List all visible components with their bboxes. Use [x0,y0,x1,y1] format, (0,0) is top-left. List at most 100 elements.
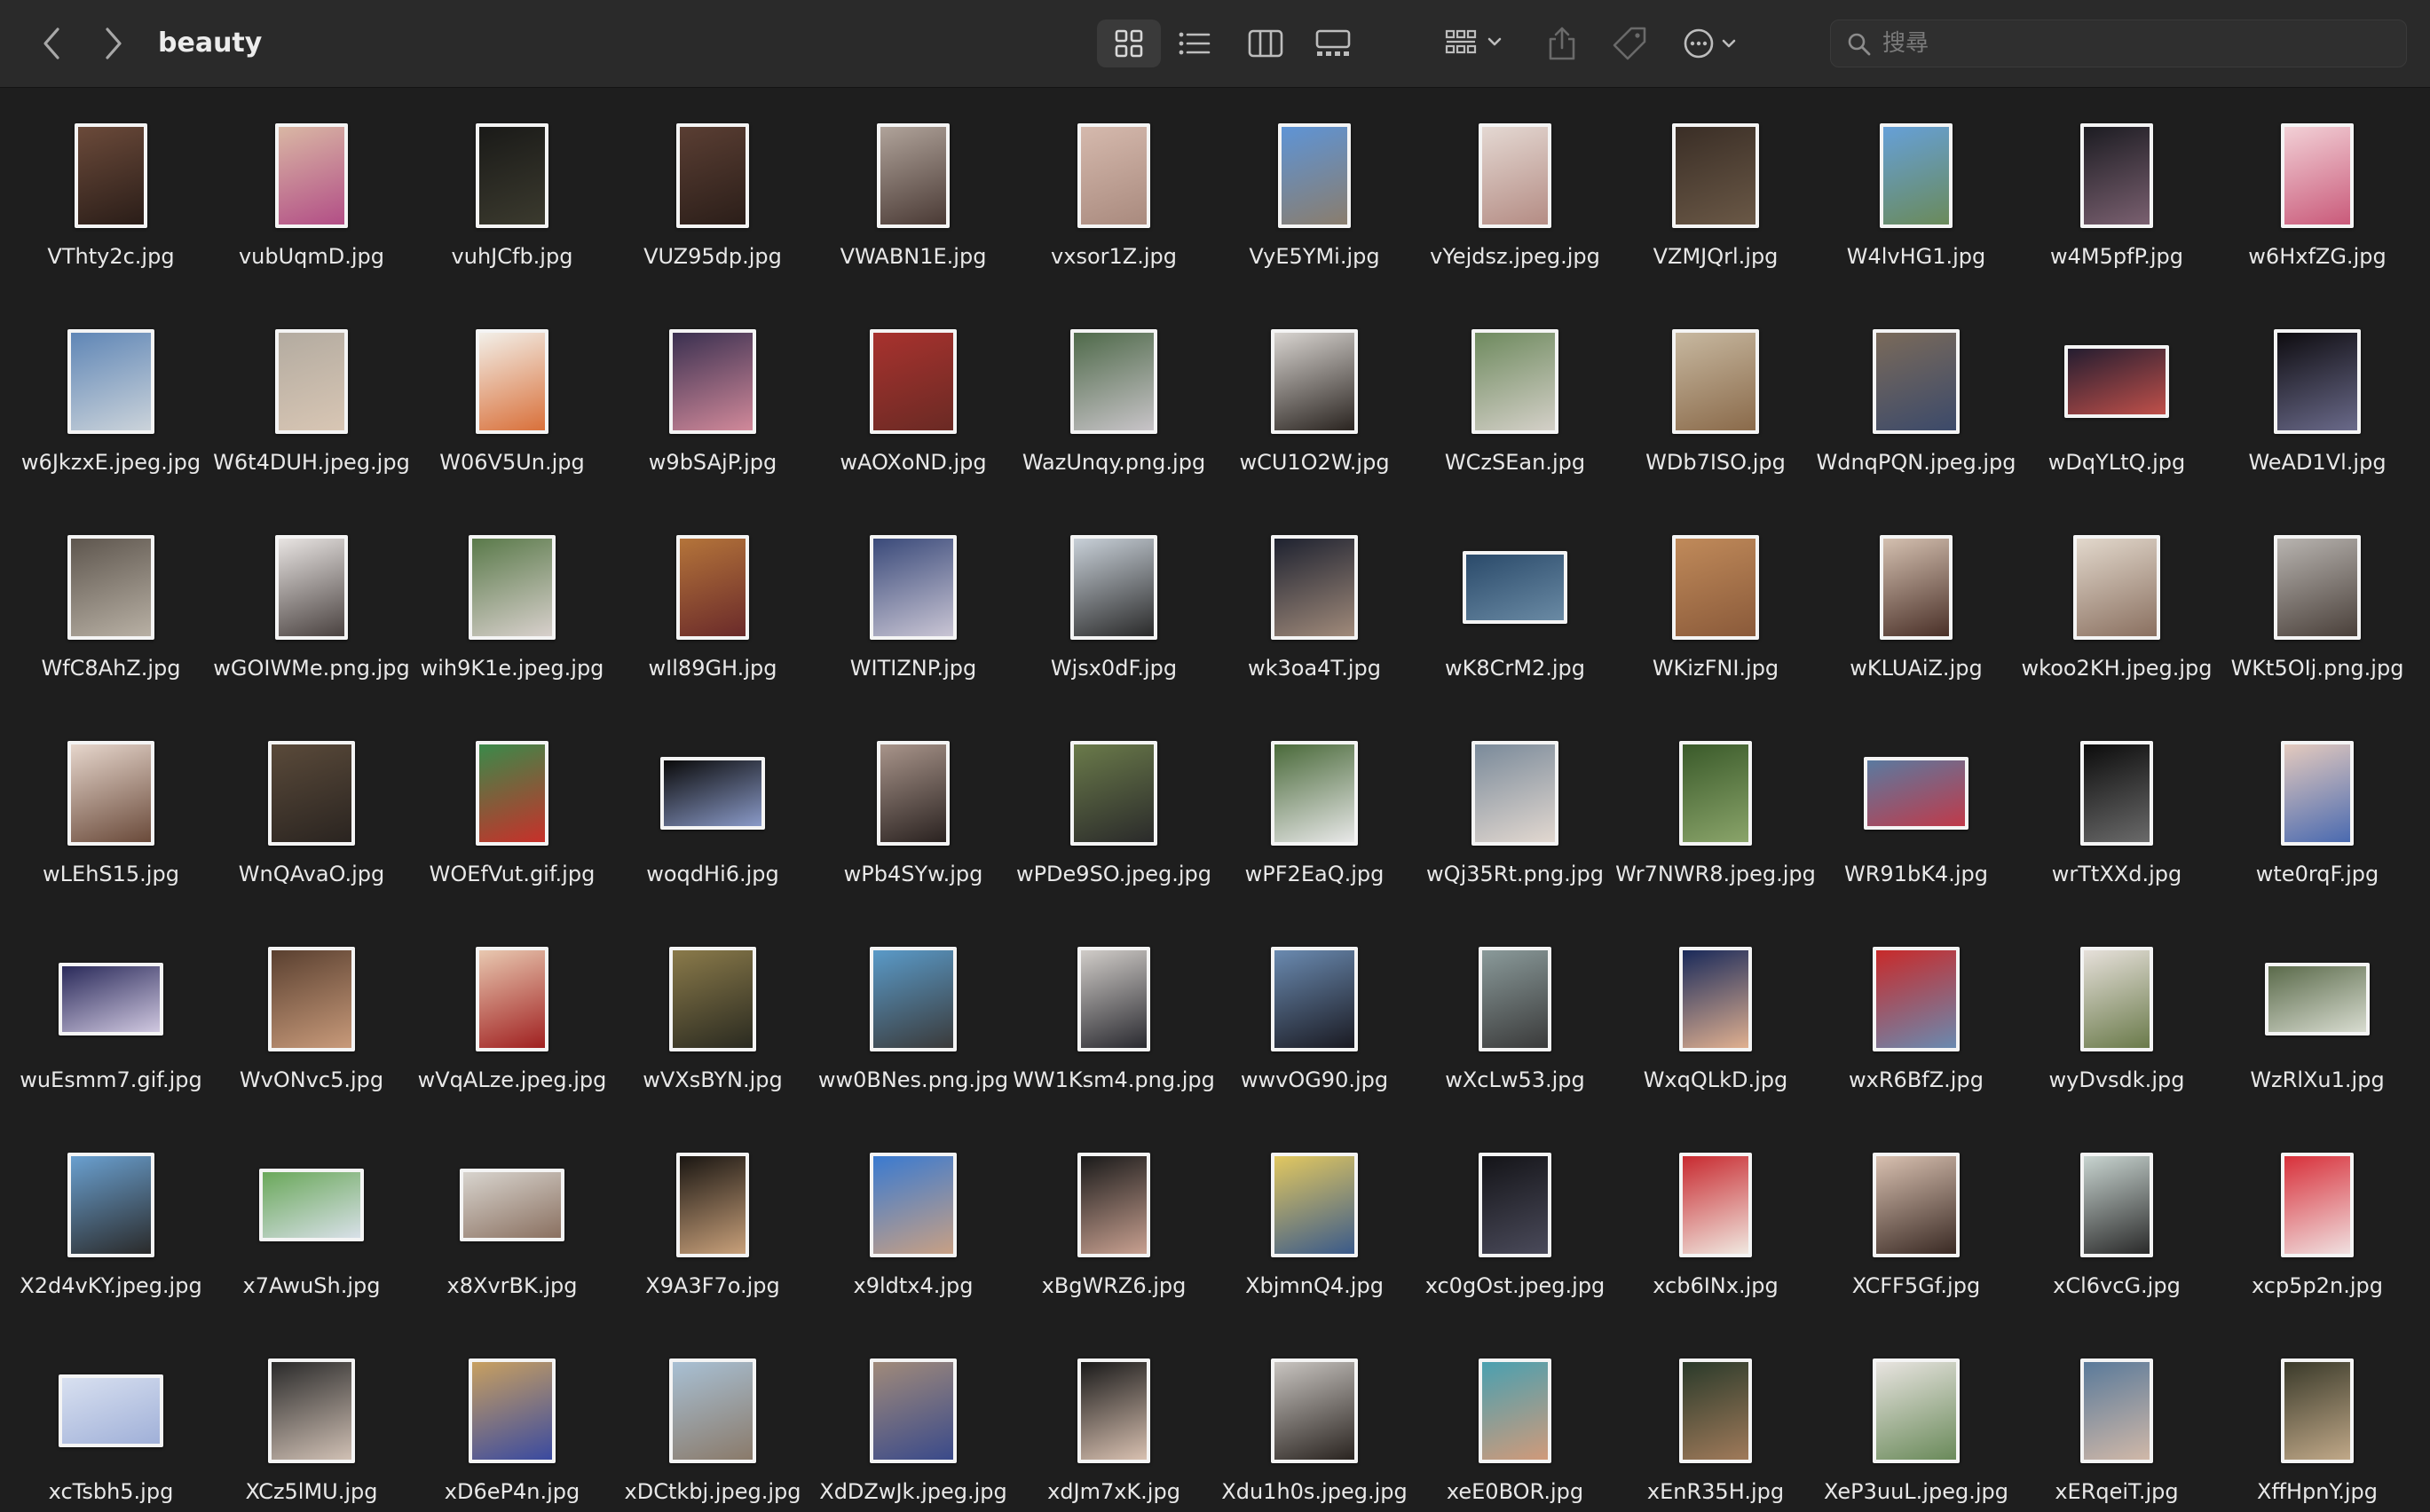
file-item[interactable]: VUZ95dp.jpg [619,108,806,286]
file-thumbnail[interactable] [2080,123,2153,228]
file-thumbnail[interactable] [1271,535,1358,640]
file-thumbnail[interactable] [469,535,556,640]
file-thumbnail[interactable] [1672,123,1759,228]
file-thumbnail[interactable] [669,329,756,434]
file-thumbnail[interactable] [275,535,348,640]
file-thumbnail[interactable] [59,963,163,1036]
file-thumbnail[interactable] [1679,947,1752,1051]
file-item[interactable]: Xdu1h0s.jpeg.jpg [1221,1343,1408,1512]
file-item[interactable]: xDCtkbj.jpeg.jpg [619,1343,806,1512]
file-thumbnail[interactable] [476,947,548,1051]
file-item[interactable]: VZMJQrl.jpg [1622,108,1809,286]
file-thumbnail[interactable] [2265,963,2370,1036]
file-item[interactable]: xeE0BOR.jpg [1422,1343,1608,1512]
file-thumbnail[interactable] [2281,1358,2354,1463]
file-thumbnail[interactable] [67,535,154,640]
column-view-button[interactable] [1235,20,1296,67]
file-thumbnail[interactable] [268,947,355,1051]
search-input[interactable] [1882,20,2388,67]
file-thumbnail[interactable] [1271,741,1358,846]
file-thumbnail[interactable] [275,329,348,434]
file-item[interactable]: xcp5p2n.jpg [2224,1138,2410,1315]
file-item[interactable]: w6HxfZG.jpg [2224,108,2410,286]
file-item[interactable]: XCFF5Gf.jpg [1823,1138,2009,1315]
file-item[interactable]: w6JkzxE.jpeg.jpg [18,314,204,492]
file-item[interactable]: xD6eP4n.jpg [419,1343,605,1512]
file-thumbnail[interactable] [1479,1358,1551,1463]
file-item[interactable]: wDqYLtQ.jpg [2024,314,2210,492]
file-item[interactable]: wAOXoND.jpg [820,314,1006,492]
file-thumbnail[interactable] [59,1374,163,1447]
file-item[interactable]: xCl6vcG.jpg [2024,1138,2210,1315]
file-thumbnail[interactable] [1271,1358,1358,1463]
file-item[interactable]: wIl89GH.jpg [619,520,806,697]
file-thumbnail[interactable] [1672,535,1759,640]
file-thumbnail[interactable] [1679,741,1752,846]
file-item[interactable]: wrTtXXd.jpg [2024,726,2210,903]
file-item[interactable]: WfC8AhZ.jpg [18,520,204,697]
file-thumbnail[interactable] [1479,1153,1551,1257]
file-item[interactable]: wPDe9SO.jpeg.jpg [1016,726,1211,903]
file-thumbnail[interactable] [870,329,957,434]
file-thumbnail[interactable] [2274,329,2361,434]
file-thumbnail[interactable] [1873,947,1960,1051]
file-thumbnail[interactable] [1880,123,1953,228]
file-thumbnail[interactable] [2274,535,2361,640]
file-item[interactable]: WzRlXu1.jpg [2224,932,2410,1109]
file-thumbnail[interactable] [476,123,548,228]
file-item[interactable]: WOEfVut.gif.jpg [419,726,605,903]
file-item[interactable]: xERqeiT.jpg [2024,1343,2210,1512]
list-view-button[interactable] [1164,20,1225,67]
file-item[interactable]: WazUnqy.png.jpg [1021,314,1207,492]
file-thumbnail[interactable] [676,123,749,228]
file-item[interactable]: VWABN1E.jpg [820,108,1006,286]
file-item[interactable]: WR91bK4.jpg [1823,726,2009,903]
file-item[interactable]: woqdHi6.jpg [619,726,806,903]
more-actions-button[interactable] [1681,20,1755,67]
file-thumbnail[interactable] [1471,741,1558,846]
file-item[interactable]: vxsor1Z.jpg [1021,108,1207,286]
file-item[interactable]: WeAD1Vl.jpg [2224,314,2410,492]
file-item[interactable]: wyDvsdk.jpg [2024,932,2210,1109]
file-item[interactable]: vYejdsz.jpeg.jpg [1422,108,1608,286]
file-item[interactable]: Wjsx0dF.jpg [1021,520,1207,697]
file-item[interactable]: wwvOG90.jpg [1221,932,1408,1109]
file-thumbnail[interactable] [1864,757,1968,830]
file-item[interactable]: wVXsBYN.jpg [619,932,806,1109]
file-thumbnail[interactable] [1271,947,1358,1051]
file-item[interactable]: W4lvHG1.jpg [1823,108,2009,286]
file-item[interactable]: XCz5lMU.jpg [218,1343,405,1512]
file-item[interactable]: WxqQLkD.jpg [1622,932,1809,1109]
file-item[interactable]: vuhJCfb.jpg [419,108,605,286]
file-thumbnail[interactable] [669,947,756,1051]
file-item[interactable]: WW1Ksm4.png.jpg [1013,932,1215,1109]
file-thumbnail[interactable] [877,741,950,846]
file-thumbnail[interactable] [476,741,548,846]
file-thumbnail[interactable] [1278,123,1351,228]
file-thumbnail[interactable] [2064,345,2169,418]
file-thumbnail[interactable] [1672,329,1759,434]
file-item[interactable]: wPb4SYw.jpg [820,726,1006,903]
file-thumbnail[interactable] [2281,741,2354,846]
file-item[interactable]: wK8CrM2.jpg [1422,520,1608,697]
file-thumbnail[interactable] [67,741,154,846]
file-thumbnail[interactable] [676,1153,749,1257]
file-item[interactable]: XdDZwJk.jpeg.jpg [819,1343,1007,1512]
file-item[interactable]: WITIZNP.jpg [820,520,1006,697]
file-item[interactable]: xEnR35H.jpg [1622,1343,1809,1512]
file-item[interactable]: WDb7ISO.jpg [1622,314,1809,492]
file-item[interactable]: wKLUAiZ.jpg [1823,520,2009,697]
file-thumbnail[interactable] [877,123,950,228]
file-item[interactable]: W06V5Un.jpg [419,314,605,492]
file-thumbnail[interactable] [1873,329,1960,434]
file-item[interactable]: x7AwuSh.jpg [218,1138,405,1315]
file-item[interactable]: wGOIWMe.png.jpg [213,520,410,697]
file-thumbnail[interactable] [1463,551,1567,624]
file-item[interactable]: xBgWRZ6.jpg [1021,1138,1207,1315]
file-thumbnail[interactable] [1479,947,1551,1051]
file-item[interactable]: WCzSEan.jpg [1422,314,1608,492]
file-thumbnail[interactable] [1070,329,1157,434]
file-thumbnail[interactable] [67,1153,154,1257]
file-item[interactable]: wuEsmm7.gif.jpg [18,932,204,1109]
file-item[interactable]: VThty2c.jpg [18,108,204,286]
